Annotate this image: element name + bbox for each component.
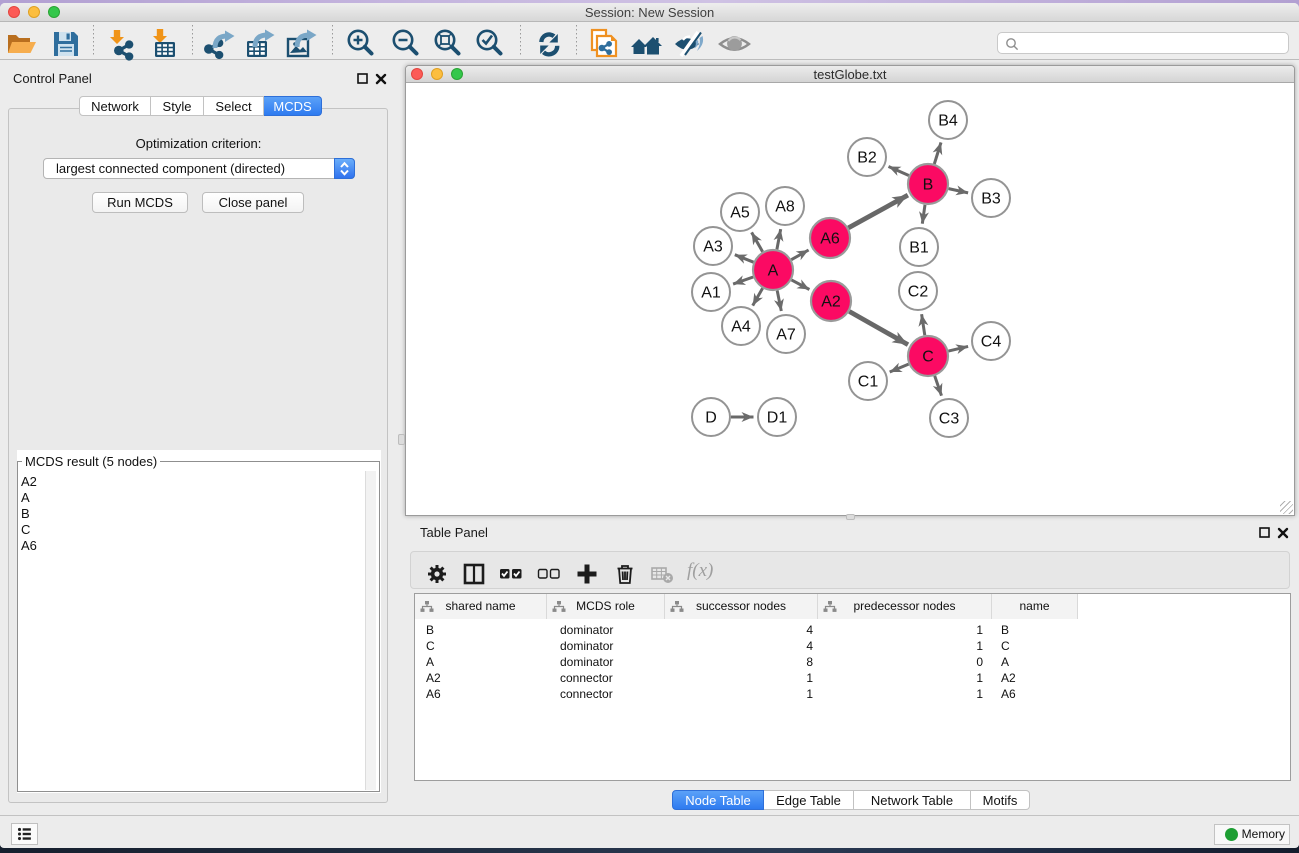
svg-text:A4: A4 (731, 319, 751, 336)
svg-text:D: D (705, 410, 717, 427)
svg-text:B: B (923, 177, 934, 194)
svg-text:B3: B3 (981, 191, 1001, 208)
svg-text:B1: B1 (909, 240, 929, 257)
svg-text:B4: B4 (938, 113, 958, 130)
svg-text:A2: A2 (821, 294, 841, 311)
svg-text:A: A (768, 263, 779, 280)
svg-text:A8: A8 (775, 199, 795, 216)
svg-text:C1: C1 (858, 374, 879, 391)
svg-text:A1: A1 (701, 285, 721, 302)
svg-text:C: C (922, 349, 934, 366)
svg-text:A5: A5 (730, 205, 750, 222)
svg-text:C2: C2 (908, 284, 929, 301)
svg-text:C3: C3 (939, 411, 960, 428)
svg-text:A7: A7 (776, 327, 796, 344)
svg-text:A6: A6 (820, 231, 840, 248)
svg-text:A3: A3 (703, 239, 723, 256)
svg-text:B2: B2 (857, 150, 877, 167)
svg-text:D1: D1 (767, 410, 788, 427)
svg-text:C4: C4 (981, 334, 1002, 351)
